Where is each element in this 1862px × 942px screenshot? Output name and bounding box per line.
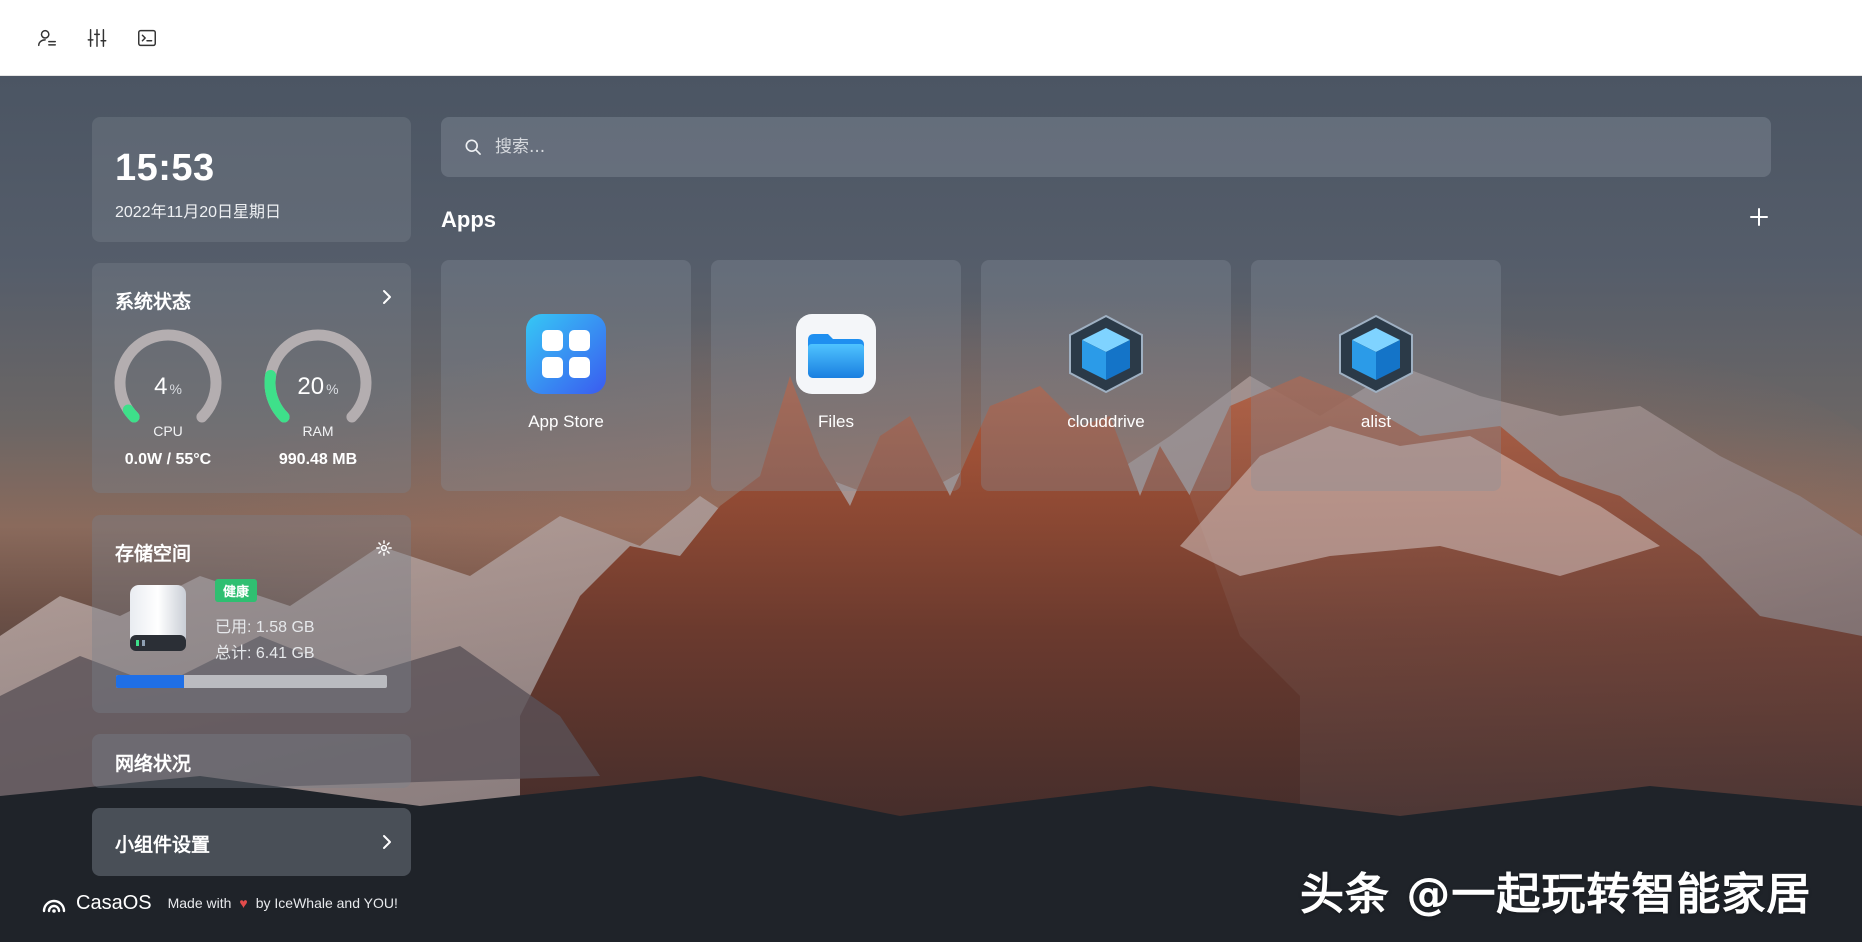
clock-widget: 15:53 2022年11月20日星期日 bbox=[92, 117, 411, 242]
search-input[interactable] bbox=[495, 137, 1695, 157]
health-badge: 健康 bbox=[215, 579, 258, 602]
cpu-detail: 0.0W / 55°C bbox=[124, 451, 212, 468]
footer-brand[interactable]: CasaOS bbox=[76, 892, 152, 915]
system-status-title: 系统状态 bbox=[115, 292, 192, 313]
sliders-icon[interactable] bbox=[84, 25, 110, 51]
search-icon bbox=[465, 139, 481, 155]
app-tile-clouddrive[interactable]: clouddrive bbox=[981, 260, 1231, 491]
gear-icon[interactable] bbox=[375, 539, 393, 557]
storage-used: 已用: 1.58 GB bbox=[215, 619, 315, 636]
add-app-button[interactable] bbox=[1748, 206, 1770, 228]
clock-date: 2022年11月20日星期日 bbox=[115, 204, 282, 221]
footer-by[interactable]: by IceWhale and YOU! bbox=[256, 895, 398, 911]
heart-icon: ♥ bbox=[239, 895, 248, 911]
storage-widget: 存储空间 健康 已用: 1.58 GB 总计: 6.41 GB bbox=[92, 515, 411, 713]
app-tile-alist[interactable]: alist bbox=[1251, 260, 1501, 491]
casaos-logo-icon bbox=[42, 899, 66, 913]
cube-icon bbox=[1339, 314, 1413, 394]
system-status-widget: 系统状态 4% CPU 0.0W / 55°C 20% RAM 990.48 M… bbox=[92, 263, 411, 493]
widget-settings-title: 小组件设置 bbox=[115, 835, 211, 856]
chevron-right-icon bbox=[383, 835, 391, 849]
terminal-icon[interactable] bbox=[134, 25, 160, 51]
network-title: 网络状况 bbox=[115, 754, 192, 775]
gauge-fill bbox=[122, 404, 140, 423]
chevron-right-icon[interactable] bbox=[379, 289, 395, 305]
ram-detail: 990.48 MB bbox=[278, 451, 358, 468]
footer-made-with: Made with bbox=[167, 895, 232, 911]
top-toolbar bbox=[0, 0, 1862, 76]
app-name: App Store bbox=[528, 412, 604, 431]
app-tile-app-store[interactable]: App Store bbox=[441, 260, 691, 491]
search-bar[interactable] bbox=[441, 117, 1771, 177]
app-name: alist bbox=[1360, 412, 1392, 431]
storage-usage-bar bbox=[116, 675, 387, 688]
ram-label: RAM bbox=[302, 423, 334, 439]
ram-percent: 20% bbox=[297, 373, 339, 400]
storage-usage-fill bbox=[116, 675, 184, 688]
app-store-icon bbox=[526, 314, 606, 394]
network-widget: 网络状况 bbox=[92, 734, 411, 788]
files-icon bbox=[796, 314, 876, 394]
app-name: Files bbox=[818, 412, 854, 431]
app-tile-files[interactable]: Files bbox=[711, 260, 961, 491]
watermark-text: 头条 @一起玩转智能家居 bbox=[1300, 869, 1812, 920]
cpu-label: CPU bbox=[153, 423, 183, 439]
disk-icon bbox=[130, 585, 186, 651]
user-icon[interactable] bbox=[34, 25, 60, 51]
apps-section-title: Apps bbox=[441, 207, 496, 232]
widget-settings-button[interactable]: 小组件设置 bbox=[92, 808, 411, 876]
app-name: clouddrive bbox=[1067, 412, 1145, 431]
cpu-percent: 4% bbox=[154, 373, 182, 400]
storage-title: 存储空间 bbox=[115, 544, 192, 565]
footer: CasaOS Made with ♥ by IceWhale and YOU! bbox=[40, 889, 398, 917]
clock-time: 15:53 bbox=[115, 147, 215, 189]
storage-total: 总计: 6.41 GB bbox=[215, 645, 315, 662]
cube-icon bbox=[1069, 314, 1143, 394]
